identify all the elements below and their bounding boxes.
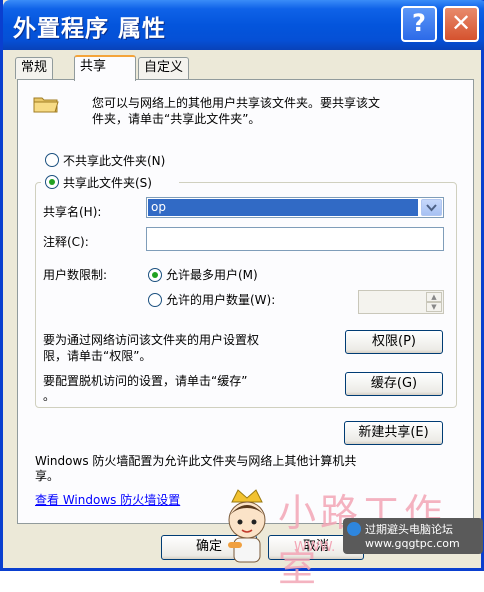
comment-input[interactable] xyxy=(146,227,444,251)
share-name-value: op xyxy=(148,199,418,216)
user-limit-label: 用户数限制: xyxy=(43,268,108,282)
tab-general[interactable]: 常规 xyxy=(15,57,54,79)
title-bar[interactable]: 外置程序 属性 ? ✕ xyxy=(3,0,484,50)
caching-text-line2: 。 xyxy=(43,389,56,403)
max-users-radio[interactable] xyxy=(148,268,162,282)
allowed-users-radio[interactable] xyxy=(148,293,162,307)
tab-sharing[interactable]: 共享 xyxy=(74,55,136,81)
help-button[interactable]: ? xyxy=(401,6,437,42)
badge-logo-icon xyxy=(347,522,361,536)
share-name-label: 共享名(H): xyxy=(43,205,102,219)
permissions-text-line1: 要为通过网络访问该文件夹的用户设置权 xyxy=(43,333,260,347)
cancel-button[interactable]: 取消 xyxy=(268,535,364,560)
firewall-settings-link[interactable]: 查看 Windows 防火墙设置 xyxy=(35,491,180,508)
spinner-down-icon[interactable]: ▼ xyxy=(426,302,442,312)
new-share-button[interactable]: 新建共享(E) xyxy=(344,421,443,445)
max-users-label[interactable]: 允许最多用户(M) xyxy=(166,266,258,283)
ok-button[interactable]: 确定 xyxy=(161,535,257,560)
share-label[interactable]: 共享此文件夹(S) xyxy=(63,174,152,191)
badge-url: www.gqgtpc.com xyxy=(365,537,460,550)
spinner-up-icon[interactable]: ▲ xyxy=(426,292,442,302)
no-share-label[interactable]: 不共享此文件夹(N) xyxy=(63,152,165,169)
caching-button[interactable]: 缓存(G) xyxy=(345,372,443,396)
permissions-text-line2: 限，请单击“权限”。 xyxy=(43,349,152,363)
comment-label: 注释(C): xyxy=(43,235,89,249)
permissions-button[interactable]: 权限(P) xyxy=(345,330,443,354)
firewall-text-line2: 享。 xyxy=(35,469,60,483)
share-name-combobox[interactable]: op xyxy=(146,197,444,218)
share-radio[interactable] xyxy=(45,175,59,189)
allowed-users-spinner[interactable]: ▲ ▼ xyxy=(358,290,444,314)
close-button[interactable]: ✕ xyxy=(443,6,479,42)
shared-folder-icon xyxy=(33,97,59,113)
properties-window: 外置程序 属性 ? ✕ 常规 共享 自定义 您可以与网络上的其他用户共享该文件夹… xyxy=(0,0,484,590)
no-share-radio[interactable] xyxy=(45,153,59,167)
intro-text-line2: 件夹，请单击“共享此文件夹”。 xyxy=(92,112,261,126)
allowed-users-label[interactable]: 允许的用户数量(W): xyxy=(166,291,275,308)
caching-text-line1: 要配置脱机访问的设置，请单击“缓存” xyxy=(43,374,248,388)
chevron-down-icon[interactable] xyxy=(421,199,442,216)
intro-text-line1: 您可以与网络上的其他用户共享该文件夹。要共享该文 xyxy=(92,96,381,110)
firewall-text-line1: Windows 防火墙配置为允许此文件夹与网络上其他计算机共 xyxy=(35,454,357,468)
window-title: 外置程序 属性 xyxy=(13,16,167,42)
tab-customize[interactable]: 自定义 xyxy=(138,57,190,79)
